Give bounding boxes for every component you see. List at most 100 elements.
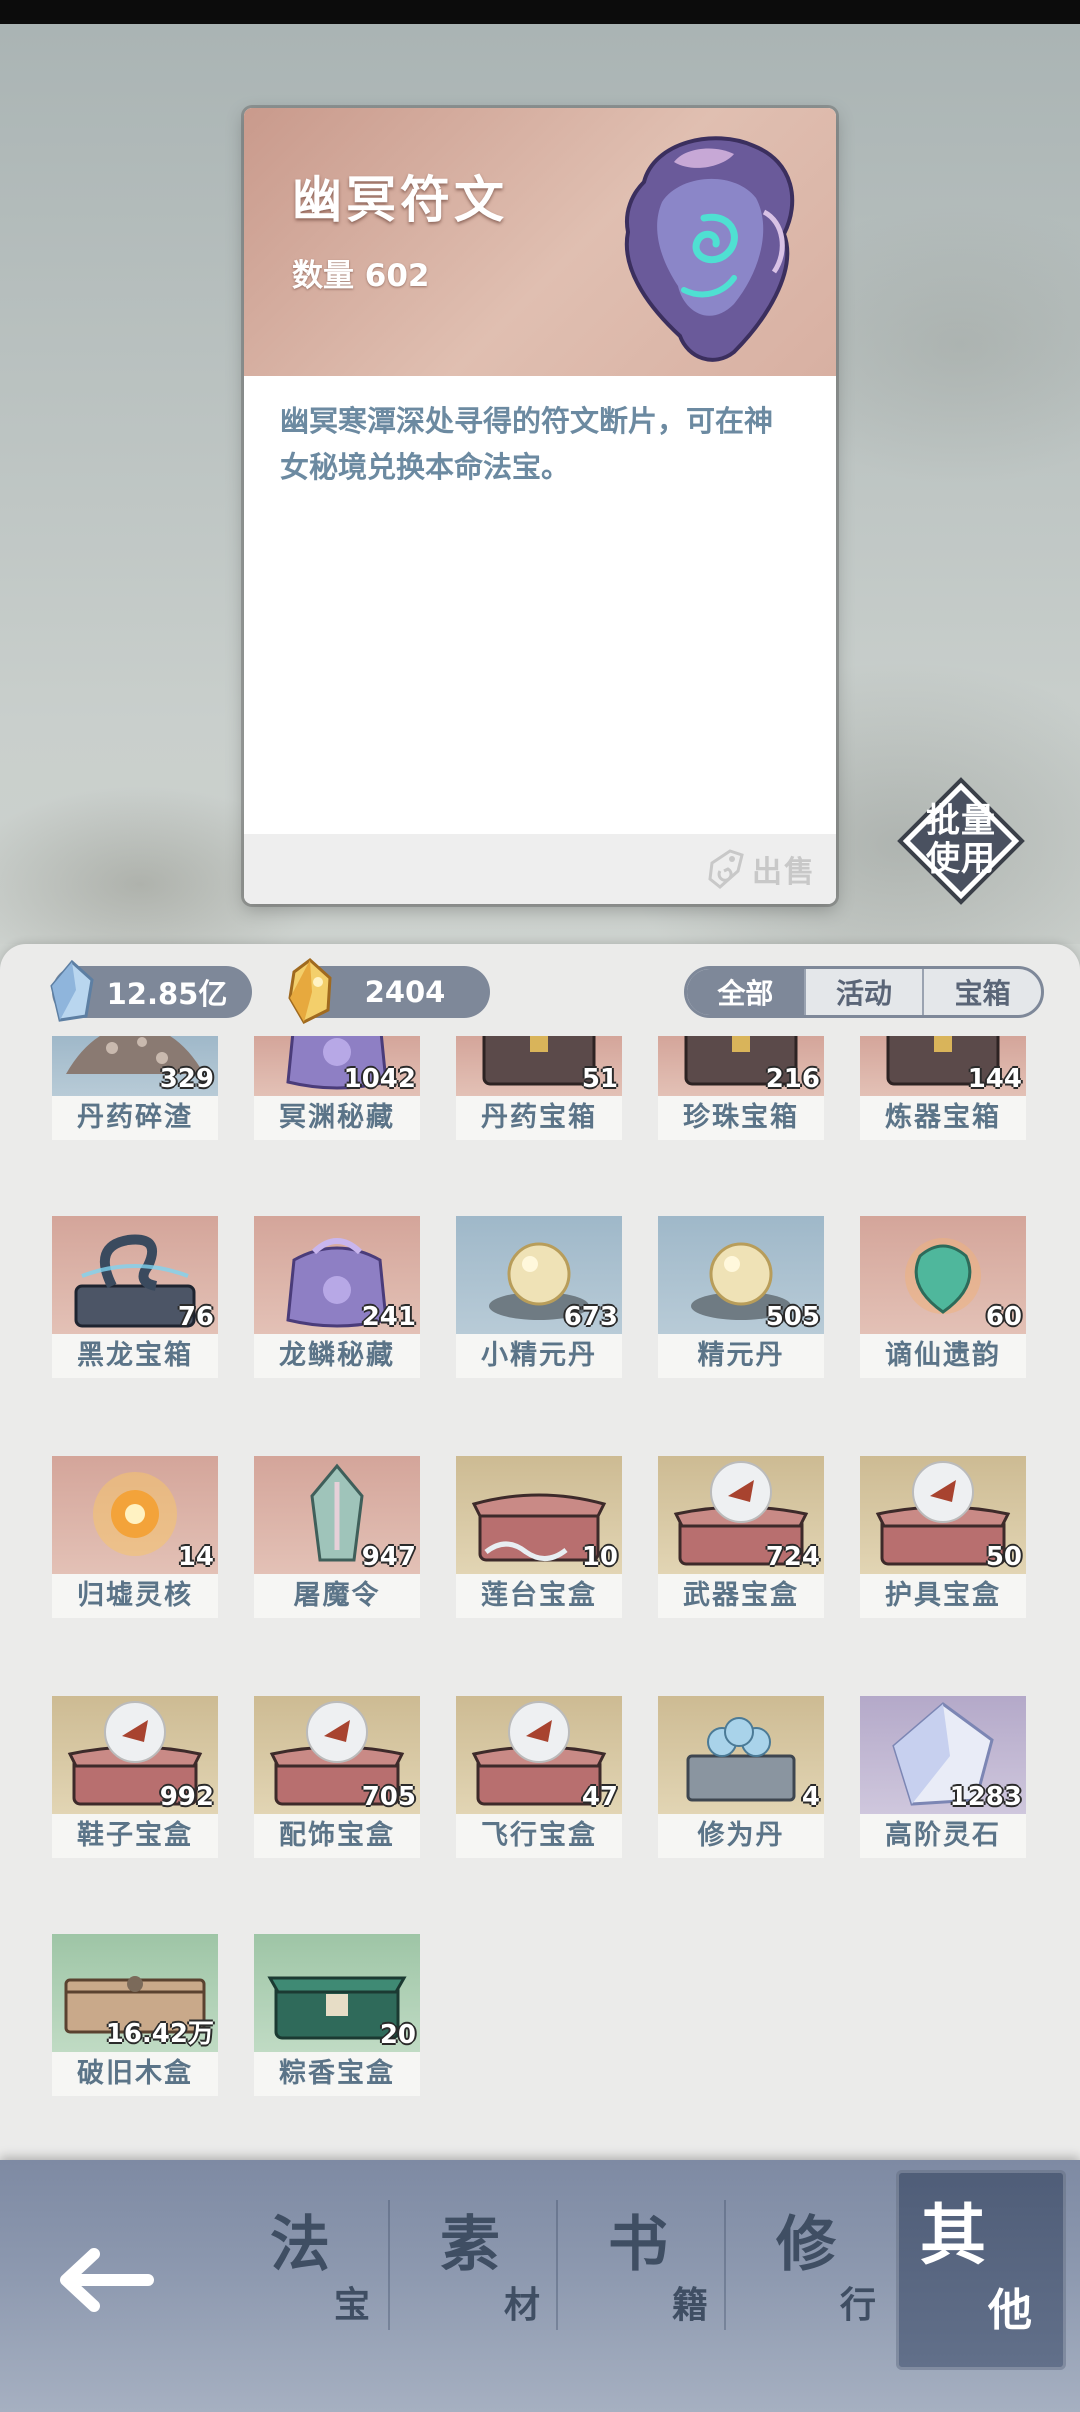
item-name: 丹药碎渣 <box>52 1096 218 1140</box>
item-icon-frame: 505 <box>658 1216 824 1334</box>
item-grid: 329 丹药碎渣 1042 冥渊秘藏 51 丹药宝箱 216 珍珠宝箱 144 炼器宝箱 76 黑龙宝… <box>0 1036 1080 2106</box>
item-quantity: 数量 602 <box>292 258 430 294</box>
item-count: 16.42万 <box>105 2019 214 2049</box>
nav-tab-other-small: 他 <box>988 2285 1032 2336</box>
item-icon-frame: 673 <box>456 1216 622 1334</box>
inventory-item[interactable]: 10 莲台宝盒 <box>456 1456 622 1618</box>
item-count: 51 <box>581 1064 618 1094</box>
inventory-item[interactable]: 20 粽香宝盒 <box>254 1934 420 2096</box>
inventory-item[interactable]: 50 护具宝盒 <box>860 1456 1026 1618</box>
inventory-item[interactable]: 673 小精元丹 <box>456 1216 622 1378</box>
item-icon-frame: 144 <box>860 1036 1026 1096</box>
item-icon-frame: 4 <box>658 1696 824 1814</box>
item-count: 992 <box>159 1782 214 1812</box>
status-bar <box>0 0 1080 24</box>
back-arrow-icon[interactable] <box>50 2230 160 2330</box>
inventory-item[interactable]: 144 炼器宝箱 <box>860 978 1026 1140</box>
item-icon-frame: 14 <box>52 1456 218 1574</box>
item-count: 329 <box>159 1064 214 1094</box>
inventory-item[interactable]: 76 黑龙宝箱 <box>52 1216 218 1378</box>
bottom-nav: 法 宝 素 材 书 籍 修 行 其 他 <box>0 2160 1080 2412</box>
item-name: 归墟灵核 <box>52 1574 218 1618</box>
batch-use-label-2: 使用 <box>926 839 996 879</box>
item-name: 莲台宝盒 <box>456 1574 622 1618</box>
item-count: 216 <box>765 1064 820 1094</box>
item-name: 高阶灵石 <box>860 1814 1026 1858</box>
item-count: 47 <box>581 1782 618 1812</box>
item-count: 20 <box>379 2020 416 2050</box>
inventory-item[interactable]: 241 龙鳞秘藏 <box>254 1216 420 1378</box>
inventory-item[interactable]: 47 飞行宝盒 <box>456 1696 622 1858</box>
item-icon-frame: 51 <box>456 1036 622 1096</box>
nav-tab-materials-small: 材 <box>504 2285 541 2326</box>
inventory-item[interactable]: 16.42万 破旧木盒 <box>52 1934 218 2096</box>
sell-button[interactable]: 出售 <box>708 844 816 894</box>
detail-header: 幽冥符文 数量 602 <box>244 108 836 376</box>
nav-tab-cultivation-big: 修 <box>776 2210 836 2280</box>
nav-tab-cultivation-small: 行 <box>840 2285 877 2326</box>
inventory-item[interactable]: 329 丹药碎渣 <box>52 978 218 1140</box>
inventory-item[interactable]: 947 屠魔令 <box>254 1456 420 1618</box>
item-name: 破旧木盒 <box>52 2052 218 2096</box>
item-icon-frame: 947 <box>254 1456 420 1574</box>
nav-tab-books-small: 籍 <box>672 2285 709 2326</box>
item-icon-frame: 10 <box>456 1456 622 1574</box>
batch-use-button[interactable]: 批量 使用 <box>896 776 1026 906</box>
item-count: 50 <box>985 1542 1022 1572</box>
item-icon-frame: 216 <box>658 1036 824 1096</box>
item-icon-frame: 724 <box>658 1456 824 1574</box>
nav-tab-other[interactable]: 其 他 <box>896 2170 1066 2370</box>
item-count: 705 <box>361 1782 416 1812</box>
item-name: 配饰宝盒 <box>254 1814 420 1858</box>
inventory-item[interactable]: 60 谪仙遗韵 <box>860 1216 1026 1378</box>
item-description: 幽冥寒潭深处寻得的符文断片，可在神女秘境兑换本命法宝。 <box>280 404 774 484</box>
item-detail-card: 幽冥符文 数量 602 幽冥寒潭深处寻得的符文断片，可在神女秘境兑换本命法宝。 … <box>244 108 836 904</box>
inventory-item[interactable]: 724 武器宝盒 <box>658 1456 824 1618</box>
item-count: 505 <box>765 1302 820 1332</box>
nav-tab-materials[interactable]: 素 材 <box>400 2190 570 2360</box>
nav-tab-books-big: 书 <box>608 2210 668 2280</box>
inventory-item[interactable]: 705 配饰宝盒 <box>254 1696 420 1858</box>
item-icon-frame: 16.42万 <box>52 1934 218 2052</box>
item-icon-frame: 20 <box>254 1934 420 2052</box>
item-name: 小精元丹 <box>456 1334 622 1378</box>
inventory-item[interactable]: 51 丹药宝箱 <box>456 978 622 1140</box>
nav-divider <box>388 2200 390 2330</box>
nav-tab-treasure-big: 法 <box>270 2210 330 2280</box>
inventory-item[interactable]: 1042 冥渊秘藏 <box>254 978 420 1140</box>
inventory-item[interactable]: 216 珍珠宝箱 <box>658 978 824 1140</box>
item-count: 241 <box>361 1302 416 1332</box>
item-name: 珍珠宝箱 <box>658 1096 824 1140</box>
item-icon-frame: 329 <box>52 1036 218 1096</box>
inventory-item[interactable]: 14 归墟灵核 <box>52 1456 218 1618</box>
item-name: 武器宝盒 <box>658 1574 824 1618</box>
inventory-item[interactable]: 4 修为丹 <box>658 1696 824 1858</box>
item-icon-frame: 47 <box>456 1696 622 1814</box>
item-name: 龙鳞秘藏 <box>254 1334 420 1378</box>
sell-label: 出售 <box>752 855 816 890</box>
batch-use-label-1: 批量 <box>926 801 996 841</box>
item-name: 黑龙宝箱 <box>52 1334 218 1378</box>
nav-divider <box>556 2200 558 2330</box>
item-name: 丹药宝箱 <box>456 1096 622 1140</box>
item-count: 14 <box>177 1542 214 1572</box>
nav-tab-treasure[interactable]: 法 宝 <box>230 2190 400 2360</box>
item-name: 炼器宝箱 <box>860 1096 1026 1140</box>
inventory-item[interactable]: 1283 高阶灵石 <box>860 1696 1026 1858</box>
item-count: 76 <box>177 1302 214 1332</box>
inventory-item[interactable]: 992 鞋子宝盒 <box>52 1696 218 1858</box>
nav-divider <box>724 2200 726 2330</box>
inventory-panel: 12.85亿 2404 全部 活动 宝箱 329 丹药碎渣 1042 冥渊秘藏 51 丹药… <box>0 944 1080 2184</box>
item-count: 60 <box>985 1302 1022 1332</box>
sell-tag-icon <box>708 849 744 889</box>
nav-tab-materials-big: 素 <box>440 2210 500 2280</box>
nether-rune-icon <box>624 136 795 362</box>
nav-tab-books[interactable]: 书 籍 <box>568 2190 738 2360</box>
nav-tab-cultivation[interactable]: 修 行 <box>736 2190 906 2360</box>
nav-tab-treasure-small: 宝 <box>334 2285 371 2326</box>
cultivation-pill-icon <box>686 1717 796 1802</box>
item-count: 4 <box>801 1782 820 1812</box>
item-icon-frame: 1042 <box>254 1036 420 1096</box>
inventory-item[interactable]: 505 精元丹 <box>658 1216 824 1378</box>
item-name: 屠魔令 <box>254 1574 420 1618</box>
